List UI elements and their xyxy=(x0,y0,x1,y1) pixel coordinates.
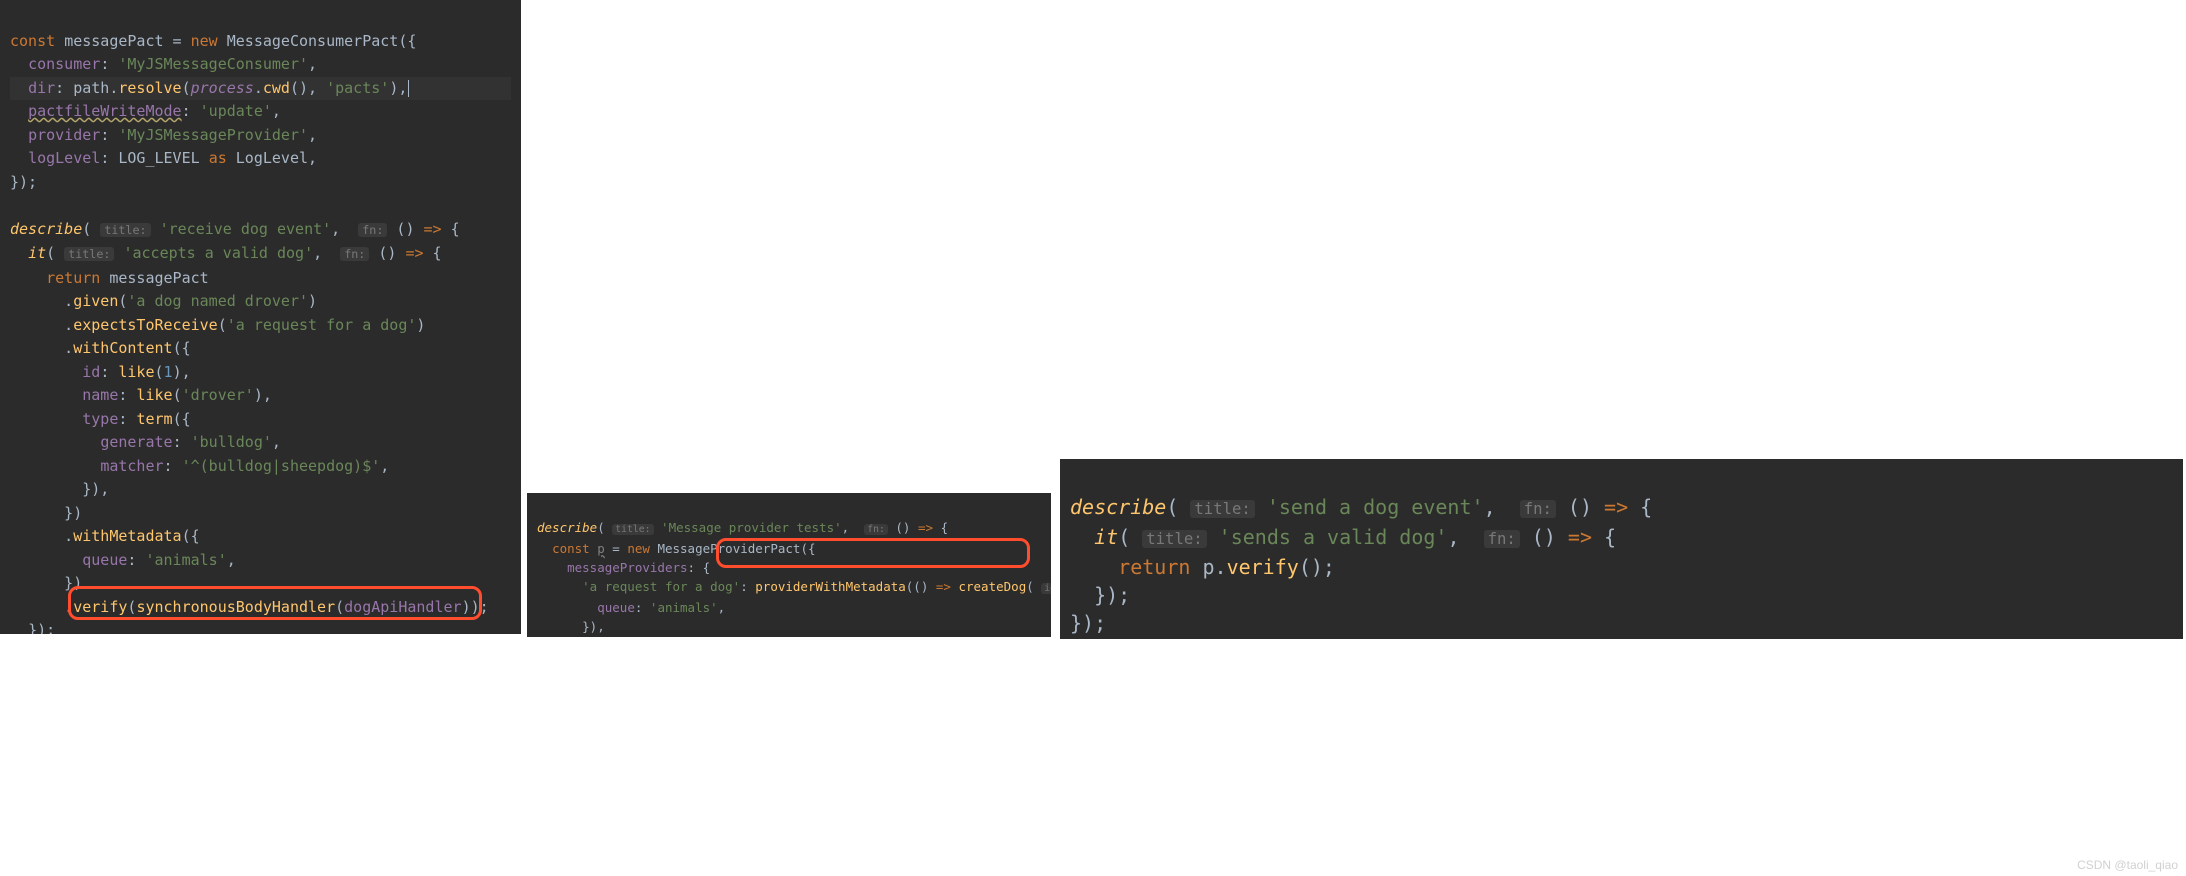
code-line: it( title: 'sends a valid dog', fn: () =… xyxy=(1070,525,1616,549)
code-line: }); xyxy=(1070,611,1106,635)
code-line: logLevel: LOG_LEVEL as LogLevel, xyxy=(10,149,317,167)
code-line: const p = new MessageProviderPact({ xyxy=(537,541,816,556)
param-hint: title: xyxy=(612,524,653,535)
param-hint: fn: xyxy=(864,524,888,535)
param-hint: title: xyxy=(64,247,114,261)
code-line: type: term({ xyxy=(10,410,191,428)
code-line: }), xyxy=(10,480,109,498)
code-line: 'a request for a dog': providerWithMetad… xyxy=(537,579,1051,594)
code-line: queue: 'animals', xyxy=(537,600,725,615)
code-line: .expectsToReceive('a request for a dog') xyxy=(10,316,425,334)
param-hint: fn: xyxy=(358,223,387,237)
text-caret xyxy=(408,80,409,97)
code-pane-verify: describe( title: 'send a dog event', fn:… xyxy=(1060,459,2183,639)
code-line: }); xyxy=(10,621,55,634)
code-pane-consumer: const messagePact = new MessageConsumerP… xyxy=(0,0,521,634)
code-line: const messagePact = new MessageConsumerP… xyxy=(10,32,416,50)
code-line: .given('a dog named drover') xyxy=(10,292,317,310)
code-line: pactfileWriteMode: 'update', xyxy=(10,102,281,120)
param-hint: id: xyxy=(1041,583,1051,594)
code-line: .verify(synchronousBodyHandler(dogApiHan… xyxy=(10,598,489,616)
param-hint: fn: xyxy=(340,247,369,261)
kw-const: const xyxy=(10,32,55,50)
watermark: CSDN @taoli_qiao xyxy=(2077,857,2178,874)
code-line: .withContent({ xyxy=(10,339,191,357)
code-line: }); xyxy=(10,173,37,191)
code-line: dir: path.resolve(process.cwd(), 'pacts'… xyxy=(10,77,511,101)
code-line: return messagePact xyxy=(10,269,209,287)
param-hint: title: xyxy=(100,223,150,237)
code-line: messageProviders: { xyxy=(537,560,710,575)
code-line: name: like('drover'), xyxy=(10,386,272,404)
code-line: .withMetadata({ xyxy=(10,527,200,545)
param-hint: title: xyxy=(1142,530,1206,548)
code-line: consumer: 'MyJSMessageConsumer', xyxy=(10,55,317,73)
code-line: }) xyxy=(10,504,82,522)
code-line: describe( title: 'Message provider tests… xyxy=(537,520,948,535)
param-hint: title: xyxy=(1190,500,1254,518)
code-line: generate: 'bulldog', xyxy=(10,433,281,451)
code-line: queue: 'animals', xyxy=(10,551,236,569)
code-line: it( title: 'accepts a valid dog', fn: ()… xyxy=(10,244,442,262)
code-line: }); xyxy=(1070,583,1130,607)
code-line: }), xyxy=(537,619,605,634)
code-line: matcher: '^(bulldog|sheepdog)$', xyxy=(10,457,389,475)
param-hint: fn: xyxy=(1520,500,1556,518)
code-line: }) xyxy=(10,574,82,592)
code-pane-provider: describe( title: 'Message provider tests… xyxy=(527,493,1051,637)
code-line: describe( title: 'receive dog event', fn… xyxy=(10,220,460,238)
code-line xyxy=(10,196,19,214)
code-line: id: like(1), xyxy=(10,363,191,381)
code-line: describe( title: 'send a dog event', fn:… xyxy=(1070,495,1652,519)
code-line: provider: 'MyJSMessageProvider', xyxy=(10,126,317,144)
code-line: return p.verify(); xyxy=(1070,555,1335,579)
param-hint: fn: xyxy=(1484,530,1520,548)
